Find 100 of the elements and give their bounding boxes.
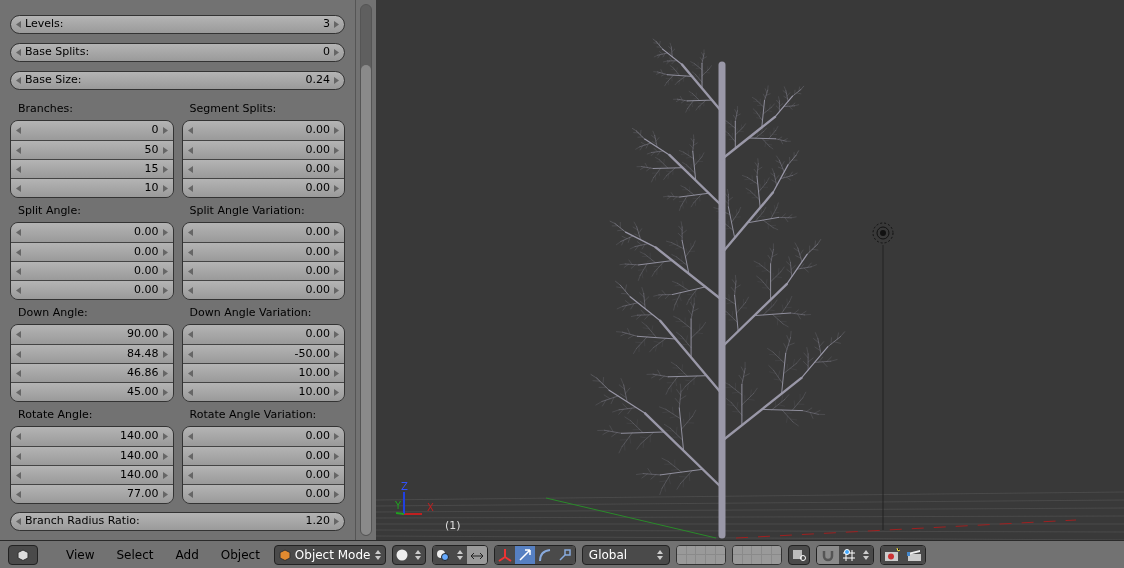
left-arrow-icon[interactable] xyxy=(187,452,193,460)
left-arrow-icon[interactable] xyxy=(16,165,21,173)
left-arrow-icon[interactable] xyxy=(16,77,21,84)
number-field[interactable]: 10 xyxy=(11,178,173,197)
right-arrow-icon[interactable] xyxy=(162,331,168,338)
right-arrow-icon[interactable] xyxy=(162,471,168,479)
right-arrow-icon[interactable] xyxy=(334,518,339,525)
align-button[interactable] xyxy=(466,545,487,564)
right-arrow-icon[interactable] xyxy=(162,184,168,192)
number-field[interactable]: 0.00 xyxy=(182,140,344,159)
menu-item[interactable]: Select xyxy=(108,545,162,564)
number-field[interactable]: 0.00 xyxy=(182,223,344,242)
number-field[interactable]: 0.00 xyxy=(182,280,344,299)
number-field[interactable]: 0.00 xyxy=(182,159,344,178)
right-arrow-icon[interactable] xyxy=(334,452,339,460)
left-arrow-icon[interactable] xyxy=(16,471,21,479)
left-arrow-icon[interactable] xyxy=(187,184,193,192)
snap-button[interactable] xyxy=(816,545,839,564)
number-field[interactable]: 0.00 xyxy=(11,223,173,242)
left-arrow-icon[interactable] xyxy=(16,229,21,236)
left-arrow-icon[interactable] xyxy=(16,184,21,192)
number-field[interactable]: Base Splits: 0 xyxy=(10,43,345,62)
left-arrow-icon[interactable] xyxy=(187,388,193,396)
number-field[interactable]: 0.00 xyxy=(11,261,173,280)
number-field[interactable]: 0.00 xyxy=(182,178,344,197)
right-arrow-icon[interactable] xyxy=(334,388,339,396)
number-field[interactable]: 0.00 xyxy=(182,261,344,280)
right-arrow-icon[interactable] xyxy=(334,165,339,173)
number-field[interactable]: 140.00 xyxy=(11,465,173,484)
left-arrow-icon[interactable] xyxy=(16,146,21,154)
number-field[interactable]: 46.86 xyxy=(11,363,173,382)
number-field[interactable]: 140.00 xyxy=(11,427,173,446)
left-arrow-icon[interactable] xyxy=(16,127,21,134)
number-field[interactable]: 0.00 xyxy=(182,446,344,465)
number-field[interactable]: 0.00 xyxy=(11,280,173,299)
right-arrow-icon[interactable] xyxy=(334,77,339,84)
layer-grid[interactable] xyxy=(731,544,782,565)
left-arrow-icon[interactable] xyxy=(187,369,193,377)
number-field[interactable]: 0.00 xyxy=(182,427,344,446)
number-field[interactable]: 0.00 xyxy=(182,121,344,140)
render-animation-button[interactable] xyxy=(902,545,925,564)
left-arrow-icon[interactable] xyxy=(16,350,21,358)
number-field[interactable]: 0.00 xyxy=(11,242,173,261)
left-arrow-icon[interactable] xyxy=(16,369,21,377)
manipulator-button[interactable] xyxy=(514,545,535,564)
left-arrow-icon[interactable] xyxy=(187,433,193,440)
number-field[interactable]: 84.48 xyxy=(11,344,173,363)
right-arrow-icon[interactable] xyxy=(162,127,168,134)
lock-camera-button[interactable] xyxy=(787,544,810,565)
right-arrow-icon[interactable] xyxy=(334,229,339,236)
right-arrow-icon[interactable] xyxy=(162,490,168,498)
right-arrow-icon[interactable] xyxy=(334,286,339,294)
menu-item[interactable]: Add xyxy=(167,545,207,564)
number-field[interactable]: 15 xyxy=(11,159,173,178)
right-arrow-icon[interactable] xyxy=(162,350,168,358)
snap-element-dropdown[interactable] xyxy=(838,545,873,564)
left-arrow-icon[interactable] xyxy=(16,21,21,28)
right-arrow-icon[interactable] xyxy=(334,433,339,440)
left-arrow-icon[interactable] xyxy=(187,229,193,236)
left-arrow-icon[interactable] xyxy=(16,286,21,294)
right-arrow-icon[interactable] xyxy=(334,471,339,479)
left-arrow-icon[interactable] xyxy=(187,286,193,294)
menu-item[interactable]: View xyxy=(58,545,103,564)
scrollbar[interactable] xyxy=(360,4,372,536)
right-arrow-icon[interactable] xyxy=(162,433,168,440)
right-arrow-icon[interactable] xyxy=(162,452,168,460)
left-arrow-icon[interactable] xyxy=(187,331,193,338)
left-arrow-icon[interactable] xyxy=(16,452,21,460)
right-arrow-icon[interactable] xyxy=(162,248,168,256)
mode-dropdown[interactable]: Object Mode xyxy=(273,544,386,565)
menu-item[interactable]: Object xyxy=(212,545,268,564)
left-arrow-icon[interactable] xyxy=(187,350,193,358)
left-arrow-icon[interactable] xyxy=(187,248,193,256)
number-field[interactable]: Base Size: 0.24 xyxy=(10,71,345,90)
left-arrow-icon[interactable] xyxy=(187,146,193,154)
number-field[interactable]: 50 xyxy=(11,140,173,159)
right-arrow-icon[interactable] xyxy=(162,388,168,396)
number-field[interactable]: Branch Radius Ratio: 1.20 xyxy=(10,512,345,531)
number-field[interactable]: 0.00 xyxy=(182,465,344,484)
right-arrow-icon[interactable] xyxy=(334,146,339,154)
right-arrow-icon[interactable] xyxy=(162,267,168,275)
left-arrow-icon[interactable] xyxy=(16,331,21,338)
number-field[interactable]: Levels: 3 xyxy=(10,15,345,34)
right-arrow-icon[interactable] xyxy=(334,21,339,28)
manipulator-button[interactable] xyxy=(554,545,575,564)
number-field[interactable]: -50.00 xyxy=(182,344,344,363)
left-arrow-icon[interactable] xyxy=(187,127,193,134)
right-arrow-icon[interactable] xyxy=(162,146,168,154)
left-arrow-icon[interactable] xyxy=(187,165,193,173)
number-field[interactable]: 10.00 xyxy=(182,382,344,401)
number-field[interactable]: 0 xyxy=(11,121,173,140)
right-arrow-icon[interactable] xyxy=(162,369,168,377)
right-arrow-icon[interactable] xyxy=(334,127,339,134)
left-arrow-icon[interactable] xyxy=(16,490,21,498)
left-arrow-icon[interactable] xyxy=(16,248,21,256)
left-arrow-icon[interactable] xyxy=(16,388,21,396)
right-arrow-icon[interactable] xyxy=(334,184,339,192)
right-arrow-icon[interactable] xyxy=(162,286,168,294)
number-field[interactable]: 0.00 xyxy=(182,484,344,503)
number-field[interactable]: 140.00 xyxy=(11,446,173,465)
